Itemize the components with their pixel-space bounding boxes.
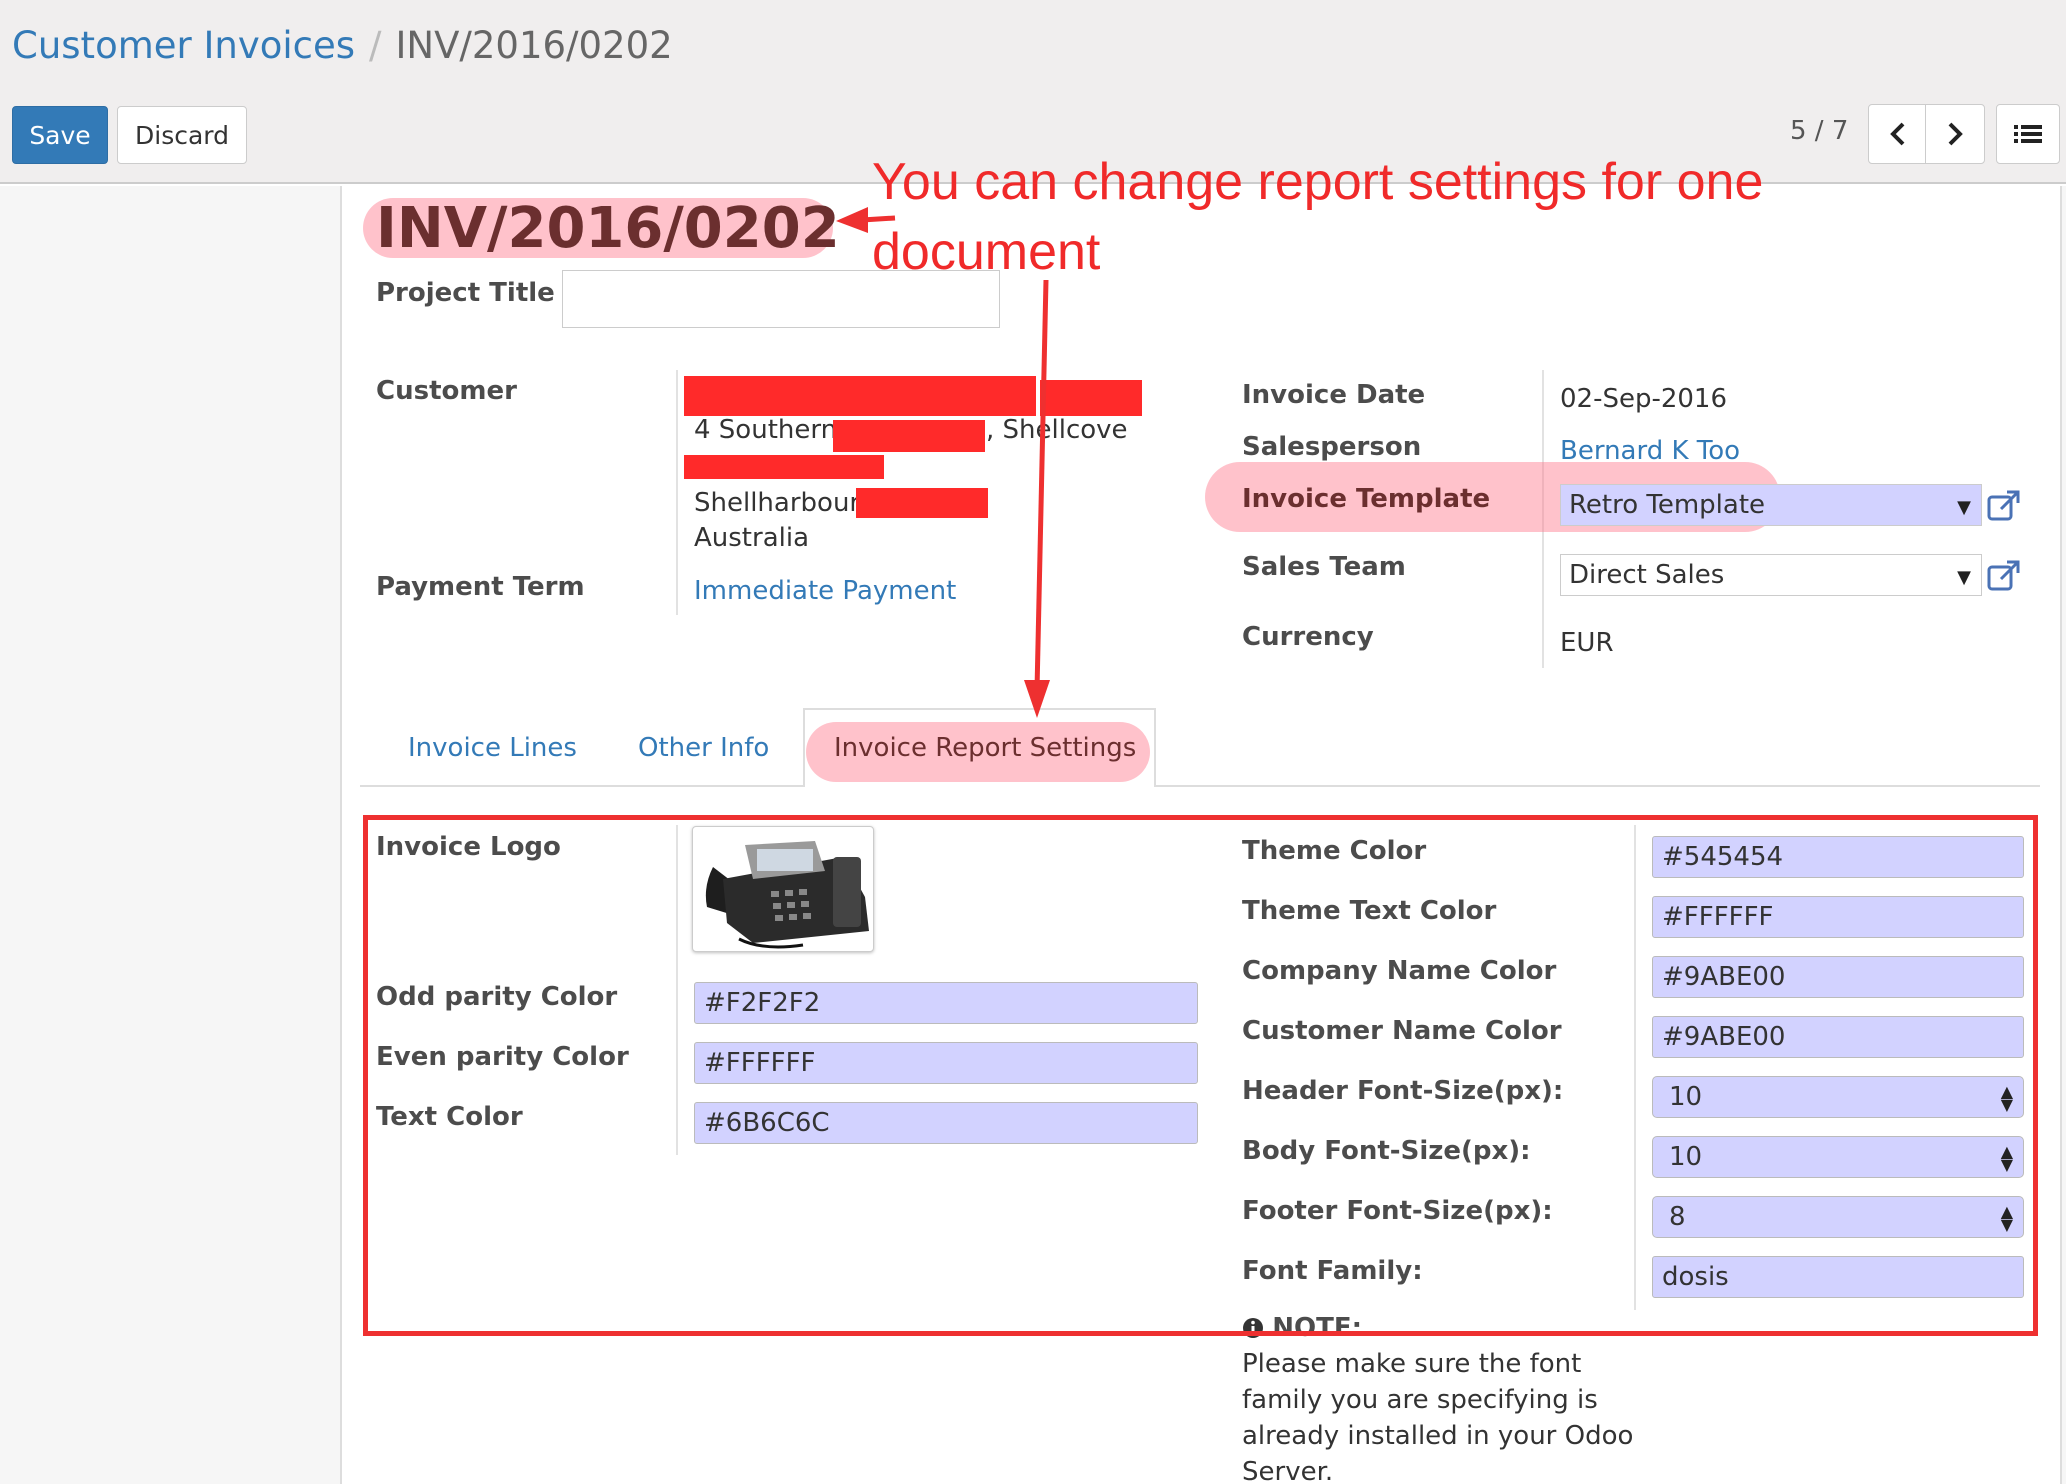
invoice-template-label: Invoice Template bbox=[1242, 484, 1491, 514]
tab-bar-border bbox=[360, 785, 2040, 787]
customer-address-line: 4 Southern bbox=[694, 415, 838, 445]
tab-invoice-lines[interactable]: Invoice Lines bbox=[408, 733, 577, 763]
font-note: NOTE: Please make sure the font family y… bbox=[1242, 1310, 1642, 1484]
sales-team-select[interactable]: Direct Sales ▼ bbox=[1560, 554, 1982, 596]
redaction-bar bbox=[1040, 380, 1142, 416]
currency-label: Currency bbox=[1242, 622, 1374, 652]
customer-label: Customer bbox=[376, 376, 517, 406]
invoice-date-label: Invoice Date bbox=[1242, 380, 1426, 410]
note-text: Please make sure the font family you are… bbox=[1242, 1349, 1634, 1484]
list-view-button[interactable] bbox=[1996, 104, 2060, 164]
redaction-bar bbox=[684, 376, 1036, 416]
annotation-text-line1: You can change report settings for one bbox=[872, 153, 1764, 211]
breadcrumb-parent-link[interactable]: Customer Invoices bbox=[12, 24, 355, 67]
chevron-down-icon: ▼ bbox=[1957, 497, 1971, 518]
pager-counter: 5 / 7 bbox=[1790, 116, 1849, 146]
tab-other-info[interactable]: Other Info bbox=[638, 733, 769, 763]
salesperson-label: Salesperson bbox=[1242, 432, 1422, 462]
customer-divider bbox=[676, 370, 678, 615]
redaction-bar bbox=[856, 488, 988, 518]
pager-next-button[interactable] bbox=[1925, 104, 1985, 164]
customer-address-line: Shellharbour bbox=[694, 488, 861, 518]
save-button[interactable]: Save bbox=[12, 106, 108, 164]
chevron-right-icon bbox=[1948, 122, 1963, 146]
invoice-date-value[interactable]: 02-Sep-2016 bbox=[1560, 384, 1727, 414]
sheet-right-gutter bbox=[2060, 186, 2066, 1484]
chevron-left-icon bbox=[1890, 122, 1905, 146]
discard-button[interactable]: Discard bbox=[117, 106, 247, 164]
payment-term-link[interactable]: Immediate Payment bbox=[694, 576, 956, 606]
sheet-left-gutter bbox=[0, 186, 342, 1484]
redaction-bar bbox=[684, 455, 884, 479]
pager-previous-button[interactable] bbox=[1868, 104, 1928, 164]
annotation-box bbox=[363, 815, 2038, 1336]
project-title-label: Project Title bbox=[376, 278, 555, 308]
breadcrumb-separator: / bbox=[369, 24, 382, 67]
customer-address-line: Australia bbox=[694, 523, 810, 553]
breadcrumb-current: INV/2016/0202 bbox=[395, 24, 673, 67]
invoice-template-value: Retro Template bbox=[1569, 490, 1766, 520]
breadcrumb: Customer Invoices / INV/2016/0202 bbox=[12, 24, 673, 67]
invoice-template-select[interactable]: Retro Template ▼ bbox=[1560, 484, 1982, 526]
annotation-text-line2: document bbox=[872, 223, 1101, 281]
list-icon bbox=[2014, 125, 2042, 143]
external-link-icon[interactable] bbox=[1986, 558, 2022, 594]
payment-term-label: Payment Term bbox=[376, 572, 585, 602]
chevron-down-icon: ▼ bbox=[1957, 567, 1971, 588]
sales-team-label: Sales Team bbox=[1242, 552, 1406, 582]
redaction-bar bbox=[833, 420, 985, 452]
sales-team-value: Direct Sales bbox=[1569, 560, 1725, 590]
customer-address-line: , Shellcove bbox=[986, 415, 1128, 445]
invoice-title: INV/2016/0202 bbox=[376, 196, 840, 261]
external-link-icon[interactable] bbox=[1986, 488, 2022, 524]
currency-value: EUR bbox=[1560, 628, 1614, 658]
tab-invoice-report-settings[interactable]: Invoice Report Settings bbox=[834, 733, 1136, 763]
